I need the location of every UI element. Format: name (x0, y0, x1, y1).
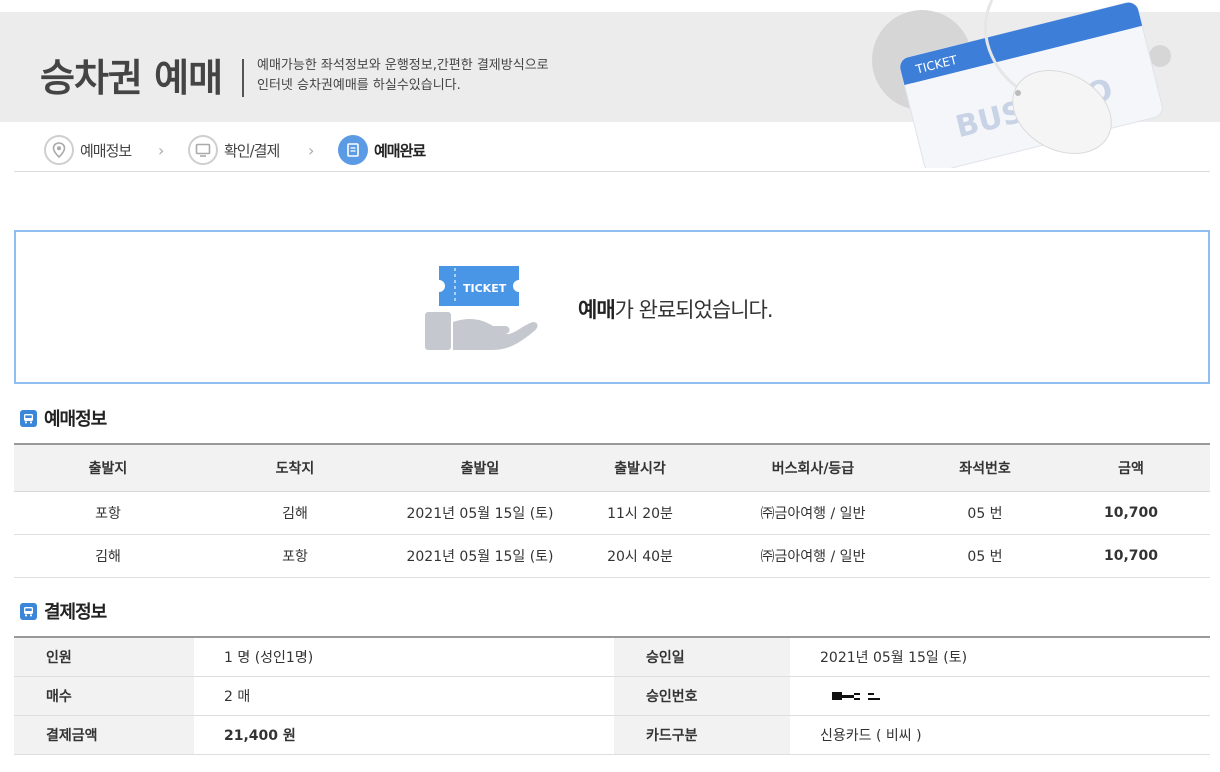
completion-panel: TICKET 예매가 완료되었습니다. (14, 230, 1210, 384)
location-pin-icon (44, 135, 74, 165)
completion-message-bold: 예매 (578, 298, 616, 322)
cell-departure-time: 20시 40분 (572, 534, 708, 578)
cell-departure-date: 2021년 05월 15일 (토) (388, 534, 572, 578)
page-title: 승차권 예매 (40, 56, 223, 100)
section-title-text: 결제정보 (44, 602, 107, 623)
description-line-2: 인터넷 승차권예매를 하실수있습니다. (257, 78, 461, 93)
completion-message: 예매가 완료되었습니다. (578, 294, 774, 324)
cell-price: 10,700 (1052, 491, 1210, 535)
value-approval-date: 2021년 05월 15일 (토) (790, 637, 1210, 677)
table-row: 김해 포항 2021년 05월 15일 (토) 20시 40분 ㈜금아여행 / … (14, 534, 1210, 578)
document-icon (338, 135, 368, 165)
payment-table: 인원 1 명 (성인1명) 승인일 2021년 05월 15일 (토) 매수 2… (14, 636, 1210, 755)
value-card-type: 신용카드 ( 비씨 ) (790, 715, 1210, 755)
step-complete: 예매완료 (338, 135, 426, 165)
label-passengers: 인원 (14, 637, 194, 677)
cell-departure: 김해 (14, 534, 202, 578)
value-passengers: 1 명 (성인1명) (194, 637, 614, 677)
cell-departure-date: 2021년 05월 15일 (토) (388, 491, 572, 535)
label-approval-date: 승인일 (614, 637, 790, 677)
step-label: 예매정보 (80, 141, 132, 160)
redacted-mark (832, 691, 880, 700)
label-card-type: 카드구분 (614, 715, 790, 755)
column-header: 버스회사/등급 (708, 444, 918, 492)
cell-arrival: 김해 (202, 491, 388, 535)
value-payment-amount: 21,400 원 (194, 715, 614, 755)
column-header: 출발시각 (572, 444, 708, 492)
step-label: 예매완료 (374, 141, 426, 160)
column-header: 좌석번호 (918, 444, 1052, 492)
ticket-text: TICKET (463, 282, 507, 295)
reservation-section-title: 예매정보 (20, 405, 107, 431)
column-header: 금액 (1052, 444, 1210, 492)
cell-price: 10,700 (1052, 534, 1210, 578)
completion-message-rest: 가 완료되었습니다. (614, 298, 774, 322)
bus-icon (20, 602, 37, 620)
progress-steps: 예매정보 › 확인/결제 › 예매완료 (14, 132, 1210, 172)
cell-seat: 05 번 (918, 491, 1052, 535)
cell-seat: 05 번 (918, 534, 1052, 578)
table-header-row: 출발지 도착지 출발일 출발시각 버스회사/등급 좌석번호 금액 (14, 444, 1210, 492)
label-ticket-count: 매수 (14, 676, 194, 716)
cell-departure-time: 11시 20분 (572, 491, 708, 535)
description-line-1: 예매가능한 좌석정보와 운행정보,간편한 결제방식으로 (257, 58, 549, 73)
table-row: 인원 1 명 (성인1명) 승인일 2021년 05월 15일 (토) (14, 637, 1210, 677)
ticket-hand-icon: TICKET (425, 266, 538, 350)
table-row: 결제금액 21,400 원 카드구분 신용카드 ( 비씨 ) (14, 715, 1210, 755)
step-label: 확인/결제 (224, 141, 280, 160)
step-confirm-payment: 확인/결제 (188, 135, 280, 165)
monitor-icon (188, 135, 218, 165)
chevron-right-icon: › (308, 141, 315, 160)
payment-section-title: 결제정보 (20, 598, 107, 624)
column-header: 출발지 (14, 444, 202, 492)
table-row: 매수 2 매 승인번호 (14, 676, 1210, 716)
page-description: 예매가능한 좌석정보와 운행정보,간편한 결제방식으로 인터넷 승차권예매를 하… (257, 56, 549, 96)
chevron-right-icon: › (158, 141, 165, 160)
column-header: 도착지 (202, 444, 388, 492)
cell-bus-company: ㈜금아여행 / 일반 (708, 534, 918, 578)
label-approval-number: 승인번호 (614, 676, 790, 716)
value-ticket-count: 2 매 (194, 676, 614, 716)
reservation-table: 출발지 도착지 출발일 출발시각 버스회사/등급 좌석번호 금액 포항 김해 2… (14, 443, 1210, 578)
cell-bus-company: ㈜금아여행 / 일반 (708, 491, 918, 535)
step-reservation-info: 예매정보 (44, 135, 132, 165)
column-header: 출발일 (388, 444, 572, 492)
value-approval-number (790, 676, 1210, 716)
bus-icon (20, 409, 37, 427)
cell-arrival: 포항 (202, 534, 388, 578)
label-payment-amount: 결제금액 (14, 715, 194, 755)
cell-departure: 포항 (14, 491, 202, 535)
table-row: 포항 김해 2021년 05월 15일 (토) 11시 20분 ㈜금아여행 / … (14, 491, 1210, 535)
title-divider (242, 59, 244, 97)
section-title-text: 예매정보 (44, 409, 107, 430)
